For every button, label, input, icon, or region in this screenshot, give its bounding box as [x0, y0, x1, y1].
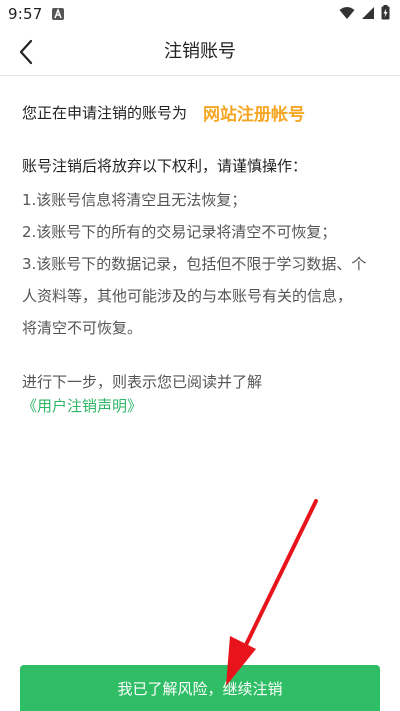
notice-text: 进行下一步，则表示您已阅读并了解 — [22, 373, 263, 391]
status-right — [339, 4, 390, 24]
rights-item: 将清空不可恢复。 — [22, 319, 143, 337]
account-name: 网站注册帐号 — [203, 104, 306, 125]
account-prefix: 您正在申请注销的账号为 — [22, 103, 188, 122]
content: 您正在申请注销的账号为 网站注册帐号 账号注销后将放弃以下权利，请谨慎操作： 1… — [22, 96, 382, 418]
rights-item: 3.该账号下的数据记录，包括但不限于学习数据、个 — [22, 255, 367, 273]
rights-item: 人资料等，其他可能涉及的与本账号有关的信息， — [22, 287, 353, 305]
battery-charging-icon — [381, 4, 390, 24]
page-title: 注销账号 — [164, 41, 236, 62]
notification-a-icon — [52, 8, 65, 20]
confirm-deactivate-button[interactable]: 我已了解风险，继续注销 — [20, 665, 380, 711]
status-time: 9:57 — [8, 5, 43, 23]
signal-icon — [361, 5, 375, 24]
declaration-link[interactable]: 《用户注销声明》 — [22, 397, 142, 415]
rights-list: 1.该账号信息将清空且无法恢复； 2.该账号下的所有的交易记录将清空不可恢复； … — [22, 184, 382, 344]
rights-heading: 账号注销后将放弃以下权利，请谨慎操作： — [22, 157, 308, 175]
rights-item: 2.该账号下的所有的交易记录将清空不可恢复； — [22, 223, 337, 241]
status-bar: 9:57 — [0, 0, 400, 28]
notice: 进行下一步，则表示您已阅读并了解《用户注销声明》 — [22, 370, 382, 418]
rights-item: 1.该账号信息将清空且无法恢复； — [22, 191, 247, 209]
app-header: 注销账号 — [0, 28, 400, 76]
account-line: 您正在申请注销的账号为 网站注册帐号 — [22, 96, 382, 128]
wifi-icon — [339, 5, 355, 24]
status-left: 9:57 — [8, 5, 65, 23]
